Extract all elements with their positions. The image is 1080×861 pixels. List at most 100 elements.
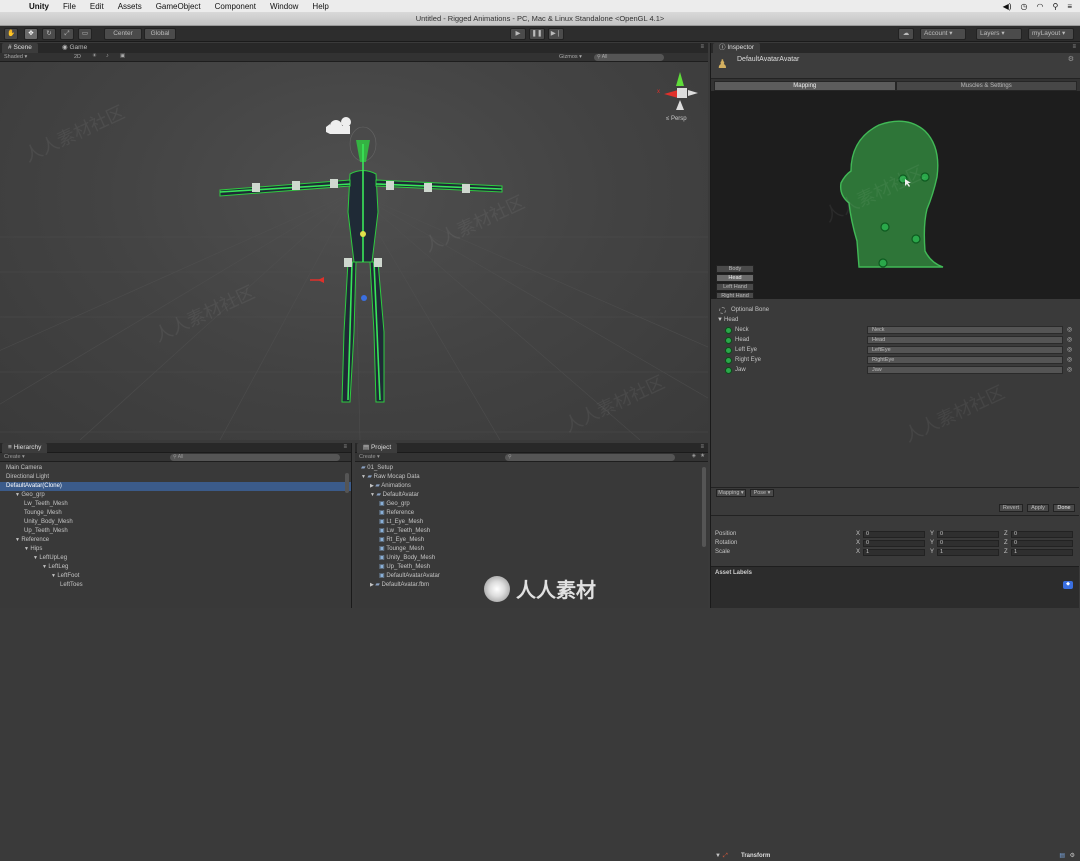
head-mapping-view[interactable]: Body Head Left Hand Right Hand xyxy=(711,91,1080,299)
transform-header[interactable]: ▼ ⤢ Transform ▤ ⚙ xyxy=(711,852,1079,861)
orientation-gizmo-icon[interactable] xyxy=(664,72,698,110)
project-create-dropdown[interactable]: Create ▾ xyxy=(359,454,380,460)
object-picker-icon[interactable]: ◎ xyxy=(1067,365,1072,375)
account-dropdown[interactable]: Account ▾ xyxy=(920,28,966,40)
label-tag-icon[interactable]: ◆ xyxy=(1063,581,1073,589)
project-row[interactable]: ▣ Lt_Eye_Mesh xyxy=(355,518,708,527)
project-row[interactable]: ▣ Unity_Body_Mesh xyxy=(355,554,708,563)
transform-x-field[interactable]: 0 xyxy=(863,540,925,547)
project-row[interactable]: ▣ Tounge_Mesh xyxy=(355,545,708,554)
panel-menu-icon[interactable]: ≡ xyxy=(700,44,704,50)
hierarchy-row[interactable]: ▼ Reference xyxy=(0,536,351,545)
persp-label[interactable]: ≤ Persp xyxy=(666,116,687,122)
menu-file[interactable]: File xyxy=(56,2,83,11)
wifi-icon[interactable]: ◠ xyxy=(1036,2,1043,11)
project-menu-icon[interactable]: ≡ xyxy=(700,444,704,450)
play-button[interactable]: ▶ xyxy=(510,28,526,40)
hierarchy-search-input[interactable]: ⚲ All xyxy=(170,454,340,461)
hierarchy-menu-icon[interactable]: ≡ xyxy=(343,444,347,450)
hierarchy-row[interactable]: Main Camera xyxy=(0,464,351,473)
apply-button[interactable]: Apply xyxy=(1027,504,1049,512)
tab-game[interactable]: ◉ Game xyxy=(56,43,93,53)
hierarchy-row[interactable]: Up_Teeth_Mesh xyxy=(0,527,351,536)
transform-y-field[interactable]: 1 xyxy=(937,549,999,556)
hierarchy-create-dropdown[interactable]: Create ▾ xyxy=(4,454,25,460)
object-picker-icon[interactable]: ◎ xyxy=(1067,335,1072,345)
search-icon[interactable]: ⚲ xyxy=(1052,2,1058,11)
avatar-character[interactable] xyxy=(219,126,503,403)
star-icon[interactable]: ★ xyxy=(700,453,705,459)
tab-muscles-settings[interactable]: Muscles & Settings xyxy=(895,81,1077,91)
hierarchy-row[interactable]: Unity_Body_Mesh xyxy=(0,518,351,527)
tab-hierarchy[interactable]: ≡ Hierarchy xyxy=(2,443,48,453)
space-toggle[interactable]: Global xyxy=(144,28,176,40)
light-toggle-icon[interactable]: ☀ xyxy=(92,53,97,59)
revert-button[interactable]: Revert xyxy=(999,504,1023,512)
object-picker-icon[interactable]: ◎ xyxy=(1067,345,1072,355)
tab-mapping[interactable]: Mapping xyxy=(714,81,896,91)
hierarchy-row[interactable]: Tounge_Mesh xyxy=(0,509,351,518)
body-part-left-hand[interactable]: Left Hand xyxy=(716,283,754,291)
hierarchy-row[interactable]: Lw_Teeth_Mesh xyxy=(0,500,351,509)
project-row[interactable]: ▣ Reference xyxy=(355,509,708,518)
transform-gear-icon[interactable]: ⚙ xyxy=(1070,852,1075,861)
transform-z-field[interactable]: 0 xyxy=(1011,540,1073,547)
project-row[interactable]: ▼ ▰ DefaultAvatar xyxy=(355,491,708,500)
menu-component[interactable]: Component xyxy=(208,2,263,11)
done-button[interactable]: Done xyxy=(1053,504,1075,512)
gizmos-dropdown[interactable]: Gizmos ▾ xyxy=(559,54,582,60)
menu-help[interactable]: Help xyxy=(305,2,335,11)
bone-object-field[interactable]: Jaw xyxy=(867,366,1063,374)
scene-viewport[interactable]: x ≤ Persp xyxy=(0,62,708,440)
project-row[interactable]: ▣ Geo_grp xyxy=(355,500,708,509)
effects-toggle-icon[interactable]: ▣ xyxy=(120,53,125,59)
project-row[interactable]: ▣ Rt_Eye_Mesh xyxy=(355,536,708,545)
tab-project[interactable]: ▤ Project xyxy=(357,443,398,453)
hierarchy-row[interactable]: ▼ Geo_grp xyxy=(0,491,351,500)
step-button[interactable]: ▶❘ xyxy=(548,28,564,40)
head-section-header[interactable]: ▼ Head xyxy=(711,315,1080,325)
project-search-input[interactable]: ⚲ xyxy=(505,454,675,461)
transform-x-field[interactable]: 0 xyxy=(863,531,925,538)
tab-scene[interactable]: # Scene xyxy=(2,43,38,53)
project-row[interactable]: ▣ Up_Teeth_Mesh xyxy=(355,563,708,572)
camera-gizmo-icon[interactable] xyxy=(326,117,351,134)
transform-z-field[interactable]: 1 xyxy=(1011,549,1073,556)
inspector-menu-icon[interactable]: ≡ xyxy=(1072,44,1076,50)
body-part-head[interactable]: Head xyxy=(716,274,754,282)
mapping-dropdown[interactable]: Mapping ▾ xyxy=(716,489,746,497)
project-row[interactable]: ▣ Lw_Teeth_Mesh xyxy=(355,527,708,536)
bone-object-field[interactable]: LeftEye xyxy=(867,346,1063,354)
layers-dropdown[interactable]: Layers ▾ xyxy=(976,28,1022,40)
bone-row[interactable]: Neck Neck ◎ xyxy=(711,325,1080,335)
menu-window[interactable]: Window xyxy=(263,2,305,11)
bone-object-field[interactable]: Neck xyxy=(867,326,1063,334)
transform-y-field[interactable]: 0 xyxy=(937,540,999,547)
pivot-toggle[interactable]: Center xyxy=(104,28,142,40)
transform-book-icon[interactable]: ▤ xyxy=(1059,852,1065,861)
scene-search-input[interactable]: ⚲ All xyxy=(594,54,664,61)
hierarchy-row[interactable]: LeftToes xyxy=(0,581,351,590)
hierarchy-row[interactable]: Directional Light xyxy=(0,473,351,482)
project-scrollbar[interactable] xyxy=(702,467,706,547)
menu-assets[interactable]: Assets xyxy=(111,2,149,11)
shading-dropdown[interactable]: Shaded ▾ xyxy=(4,54,27,60)
hierarchy-row[interactable]: ▼ LeftLeg xyxy=(0,563,351,572)
body-part-body[interactable]: Body xyxy=(716,265,754,273)
tab-inspector[interactable]: ⓘ Inspector xyxy=(713,43,761,53)
bone-row[interactable]: Head Head ◎ xyxy=(711,335,1080,345)
body-part-right-hand[interactable]: Right Hand xyxy=(716,292,754,299)
bone-object-field[interactable]: RightEye xyxy=(867,356,1063,364)
pose-dropdown[interactable]: Pose ▾ xyxy=(750,489,774,497)
rect-tool-icon[interactable]: ▭ xyxy=(78,28,92,40)
move-tool-icon[interactable]: ✥ xyxy=(24,28,38,40)
scale-tool-icon[interactable]: ⤢ xyxy=(60,28,74,40)
menu-edit[interactable]: Edit xyxy=(83,2,111,11)
bone-row[interactable]: Right Eye RightEye ◎ xyxy=(711,355,1080,365)
hand-tool-icon[interactable]: ✋ xyxy=(4,28,18,40)
transform-x-field[interactable]: 1 xyxy=(863,549,925,556)
transform-y-field[interactable]: 0 xyxy=(937,531,999,538)
pause-button[interactable]: ❚❚ xyxy=(529,28,545,40)
menu-gameobject[interactable]: GameObject xyxy=(149,2,208,11)
menu-app[interactable]: Unity xyxy=(22,2,56,11)
